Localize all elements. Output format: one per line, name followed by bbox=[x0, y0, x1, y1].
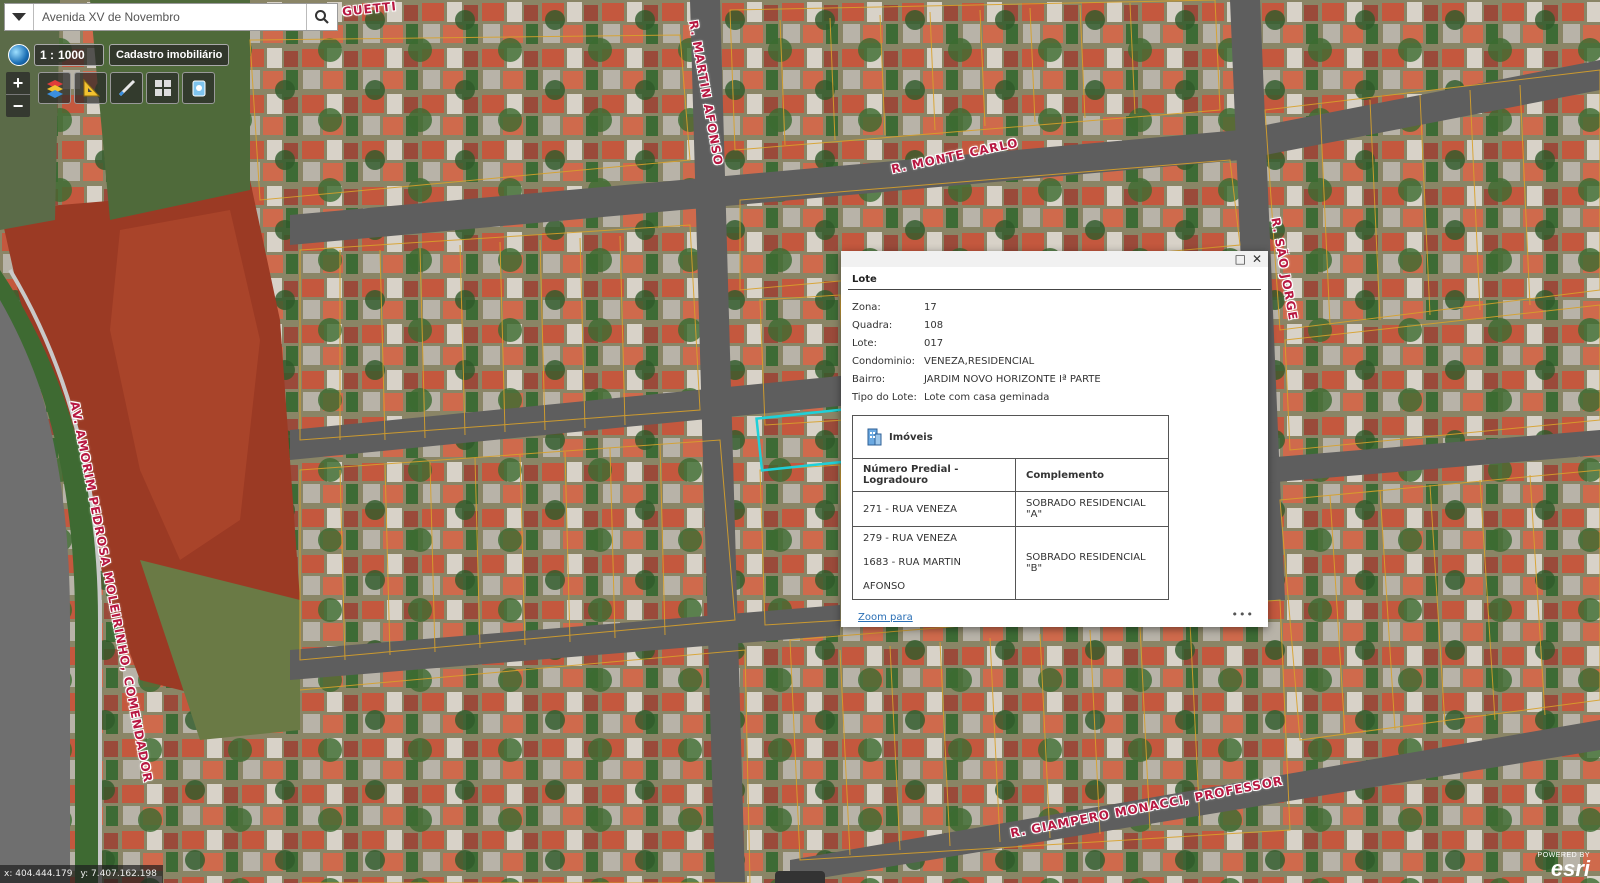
esri-attribution-logo: POWERED BY esri bbox=[1538, 852, 1590, 881]
table-cell-complement: SOBRADO RESIDENCIAL "B" bbox=[1015, 526, 1169, 600]
attribute-key: Bairro: bbox=[852, 373, 886, 385]
column-header: Complemento bbox=[1015, 458, 1169, 492]
attribute-row: Bairro: JARDIM NOVO HORIZONTE Iª PARTE bbox=[848, 370, 1261, 388]
table-cell-address: 271 - RUA VENEZA bbox=[852, 491, 1016, 527]
table-cell-address: 279 - RUA VENEZA 1683 - RUA MARTIN AFONS… bbox=[852, 526, 1016, 600]
imoveis-table-title-cell: Imóveis bbox=[852, 415, 1169, 459]
bookmark-button[interactable] bbox=[182, 72, 215, 104]
zoom-in-button[interactable]: + bbox=[6, 72, 30, 94]
zoom-out-button[interactable]: − bbox=[6, 94, 30, 117]
measure-button[interactable] bbox=[74, 72, 107, 104]
building-icon bbox=[867, 428, 882, 446]
address-line: 1683 - RUA MARTIN AFONSO bbox=[863, 557, 961, 592]
attribute-value: Lote com casa geminada bbox=[924, 391, 1050, 403]
globe-icon[interactable] bbox=[8, 44, 30, 66]
attribute-row: Tipo do Lote: Lote com casa geminada bbox=[848, 388, 1261, 406]
attribute-value: JARDIM NOVO HORIZONTE Iª PARTE bbox=[924, 373, 1101, 385]
bookmark-icon bbox=[192, 80, 205, 97]
layers-icon bbox=[46, 80, 63, 98]
attribute-key: Tipo do Lote: bbox=[852, 391, 917, 403]
attribute-value: 17 bbox=[924, 301, 937, 313]
maximize-icon[interactable]: □ bbox=[1235, 252, 1246, 266]
grid-button[interactable] bbox=[146, 72, 179, 104]
chevron-down-icon bbox=[12, 13, 26, 21]
esri-brand-text: esri bbox=[1550, 856, 1590, 881]
imoveis-table-title: Imóveis bbox=[889, 431, 933, 443]
layers-button[interactable] bbox=[38, 72, 71, 104]
coordinate-readout: x: 404.444.179 y: 7.407.162.198 bbox=[0, 865, 163, 883]
attribute-row: Lote: 017 bbox=[848, 334, 1261, 352]
coordinate-x: x: 404.444.179 bbox=[4, 869, 73, 879]
search-input[interactable] bbox=[34, 4, 306, 30]
popup-titlebar: □ ✕ bbox=[841, 251, 1268, 267]
attribute-row: Condominio: VENEZA,RESIDENCIAL bbox=[848, 352, 1261, 370]
table-row: 271 - RUA VENEZA SOBRADO RESIDENCIAL "A" bbox=[852, 491, 1169, 527]
draw-icon bbox=[118, 79, 135, 97]
map-view[interactable]: GUETTI R. MARTIN AFONSO R. MONTE CARLO R… bbox=[0, 0, 1600, 883]
measure-icon bbox=[83, 78, 100, 97]
bottom-panel-handle[interactable] bbox=[775, 871, 825, 883]
scale-prefix: 1 : bbox=[40, 48, 55, 62]
attribute-key: Lote: bbox=[852, 337, 877, 349]
attribute-key: Zona: bbox=[852, 301, 881, 313]
search-icon bbox=[315, 10, 329, 24]
draw-button[interactable] bbox=[110, 72, 143, 104]
attribute-row: Quadra: 108 bbox=[848, 316, 1261, 334]
more-options-button[interactable]: ••• bbox=[1232, 608, 1254, 621]
imoveis-table: Imóveis Número Predial - Logradouro Comp… bbox=[852, 415, 1169, 600]
attribute-row: Zona: 17 bbox=[848, 298, 1261, 316]
attribute-key: Condominio: bbox=[852, 355, 916, 367]
popup-title: Lote bbox=[848, 267, 1261, 290]
search-bar bbox=[4, 3, 338, 31]
attribute-value: 017 bbox=[924, 337, 944, 349]
scale-value: 1000 bbox=[58, 48, 85, 62]
aerial-imagery bbox=[0, 0, 1600, 883]
search-button[interactable] bbox=[306, 4, 337, 30]
column-header: Número Predial - Logradouro bbox=[852, 458, 1016, 492]
attribute-key: Quadra: bbox=[852, 319, 893, 331]
layer-selector-button[interactable]: Cadastro imobiliário bbox=[109, 44, 230, 66]
close-icon[interactable]: ✕ bbox=[1252, 252, 1262, 266]
attribute-value: 108 bbox=[924, 319, 944, 331]
grid-icon bbox=[154, 80, 171, 96]
zoom-to-link[interactable]: Zoom para bbox=[858, 612, 913, 623]
attribute-value: VENEZA,RESIDENCIAL bbox=[924, 355, 1035, 367]
table-cell-complement: SOBRADO RESIDENCIAL "A" bbox=[1015, 491, 1169, 527]
search-source-dropdown[interactable] bbox=[5, 4, 34, 30]
feature-popup: □ ✕ Lote Zona: 17 Quadra: 108 Lote: 017 … bbox=[841, 251, 1268, 627]
zoom-control: + − bbox=[6, 72, 30, 117]
scale-box[interactable]: 1 : 1000 bbox=[34, 44, 104, 66]
address-line: 279 - RUA VENEZA bbox=[863, 533, 957, 544]
table-row: 279 - RUA VENEZA 1683 - RUA MARTIN AFONS… bbox=[852, 526, 1169, 600]
coordinate-y: y: 7.407.162.198 bbox=[80, 869, 157, 879]
